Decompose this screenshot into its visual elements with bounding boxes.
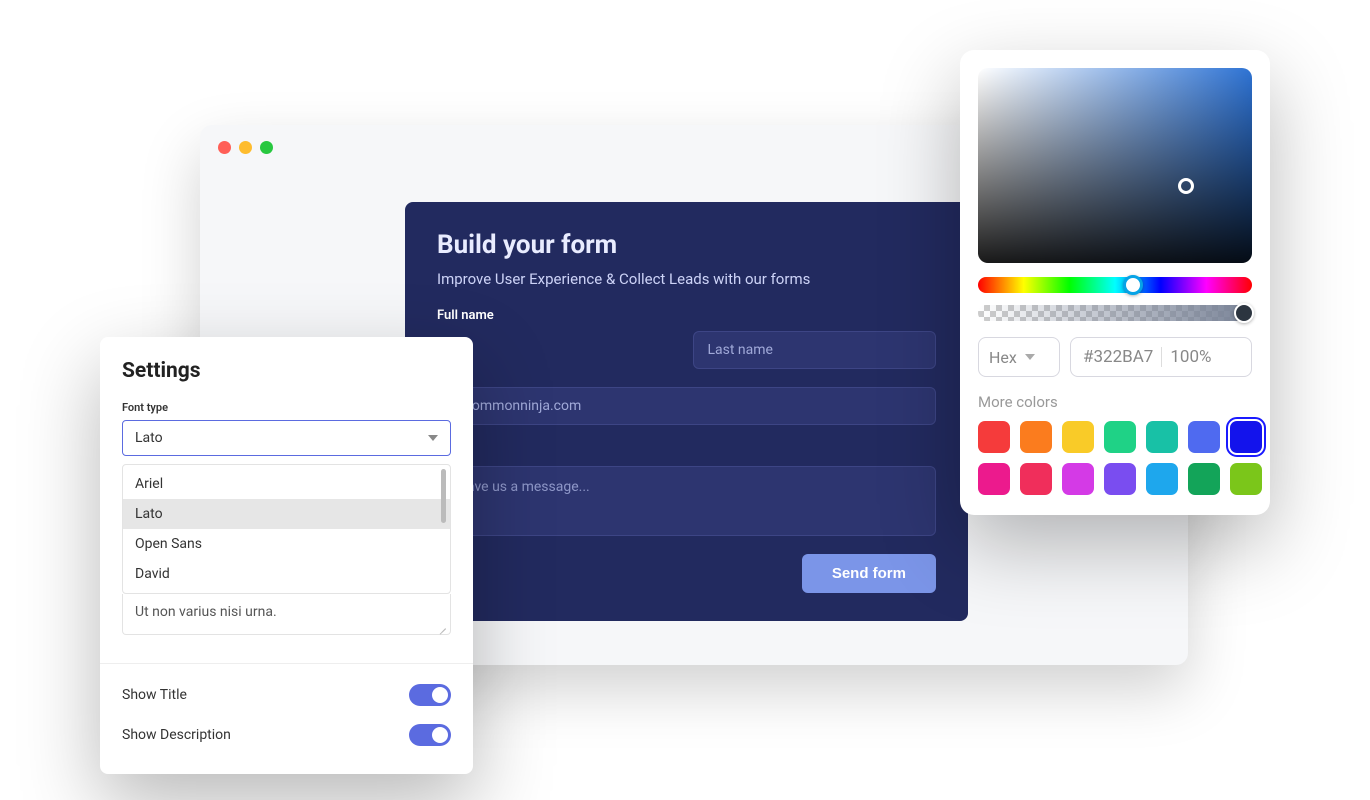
saturation-value-picker[interactable] [978, 68, 1252, 263]
divider [100, 663, 473, 664]
alpha-thumb[interactable] [1234, 303, 1254, 323]
close-window-icon[interactable] [218, 141, 231, 154]
hue-thumb[interactable] [1123, 275, 1143, 295]
swatch-sky[interactable] [1146, 463, 1178, 495]
font-option-david[interactable]: David [123, 559, 450, 589]
color-format-value: Hex [989, 348, 1017, 367]
show-title-toggle[interactable] [409, 684, 451, 706]
message-label: e [437, 443, 936, 458]
swatch-grid [978, 421, 1252, 495]
swatch-red[interactable] [978, 421, 1010, 453]
dropdown-scrollbar[interactable] [441, 469, 446, 523]
lastname-input[interactable]: Last name [693, 331, 937, 369]
swatch-violet[interactable] [1104, 463, 1136, 495]
resize-handle-icon[interactable] [436, 620, 446, 630]
swatch-magenta[interactable] [978, 463, 1010, 495]
font-option-ariel[interactable]: Ariel [123, 469, 450, 499]
swatch-blue[interactable] [1188, 421, 1220, 453]
swatch-teal[interactable] [1146, 421, 1178, 453]
chevron-down-icon [1025, 354, 1035, 360]
settings-panel: Settings Font type Lato Ariel Lato Open … [100, 337, 473, 774]
hex-input[interactable]: #322BA7 100% [1070, 337, 1252, 377]
swatch-lime[interactable] [1230, 463, 1262, 495]
font-select-value: Lato [135, 430, 163, 446]
send-form-button[interactable]: Send form [802, 554, 936, 593]
show-title-label: Show Title [122, 687, 187, 703]
email-input[interactable]: @commonninja.com [437, 387, 936, 425]
divider [1161, 347, 1162, 367]
form-preview-card: Build your form Improve User Experience … [405, 202, 968, 621]
swatch-purple[interactable] [1062, 463, 1094, 495]
color-picker-panel: Hex #322BA7 100% More colors [960, 50, 1270, 515]
minimize-window-icon[interactable] [239, 141, 252, 154]
hue-slider[interactable] [978, 277, 1252, 293]
opacity-value: 100% [1170, 347, 1211, 367]
description-text: Ut non varius nisi urna. [135, 604, 277, 620]
swatch-orange[interactable] [1020, 421, 1052, 453]
more-colors-label: More colors [978, 393, 1252, 411]
maximize-window-icon[interactable] [260, 141, 273, 154]
fullname-label: Full name [437, 308, 936, 323]
font-option-lato[interactable]: Lato [123, 499, 450, 529]
show-description-toggle[interactable] [409, 724, 451, 746]
show-description-label: Show Description [122, 727, 231, 743]
font-option-open-sans[interactable]: Open Sans [123, 529, 450, 559]
description-textarea[interactable]: Ut non varius nisi urna. [122, 594, 451, 635]
font-dropdown: Ariel Lato Open Sans David [122, 464, 451, 594]
swatch-darkblue[interactable] [1230, 421, 1262, 453]
font-type-label: Font type [122, 401, 451, 414]
swatch-emerald[interactable] [1188, 463, 1220, 495]
swatch-pink[interactable] [1020, 463, 1052, 495]
hex-value: #322BA7 [1083, 347, 1153, 367]
window-controls [218, 141, 273, 154]
swatch-yellow[interactable] [1062, 421, 1094, 453]
form-subtitle: Improve User Experience & Collect Leads … [437, 270, 936, 288]
chevron-down-icon [428, 435, 438, 441]
swatch-green[interactable] [1104, 421, 1136, 453]
form-title: Build your form [437, 230, 936, 260]
alpha-slider[interactable] [978, 305, 1252, 321]
message-textarea[interactable]: Leave us a message... [437, 466, 936, 536]
color-format-select[interactable]: Hex [978, 337, 1060, 377]
color-cursor[interactable] [1178, 178, 1194, 194]
settings-title: Settings [122, 359, 451, 383]
font-select[interactable]: Lato [122, 420, 451, 456]
